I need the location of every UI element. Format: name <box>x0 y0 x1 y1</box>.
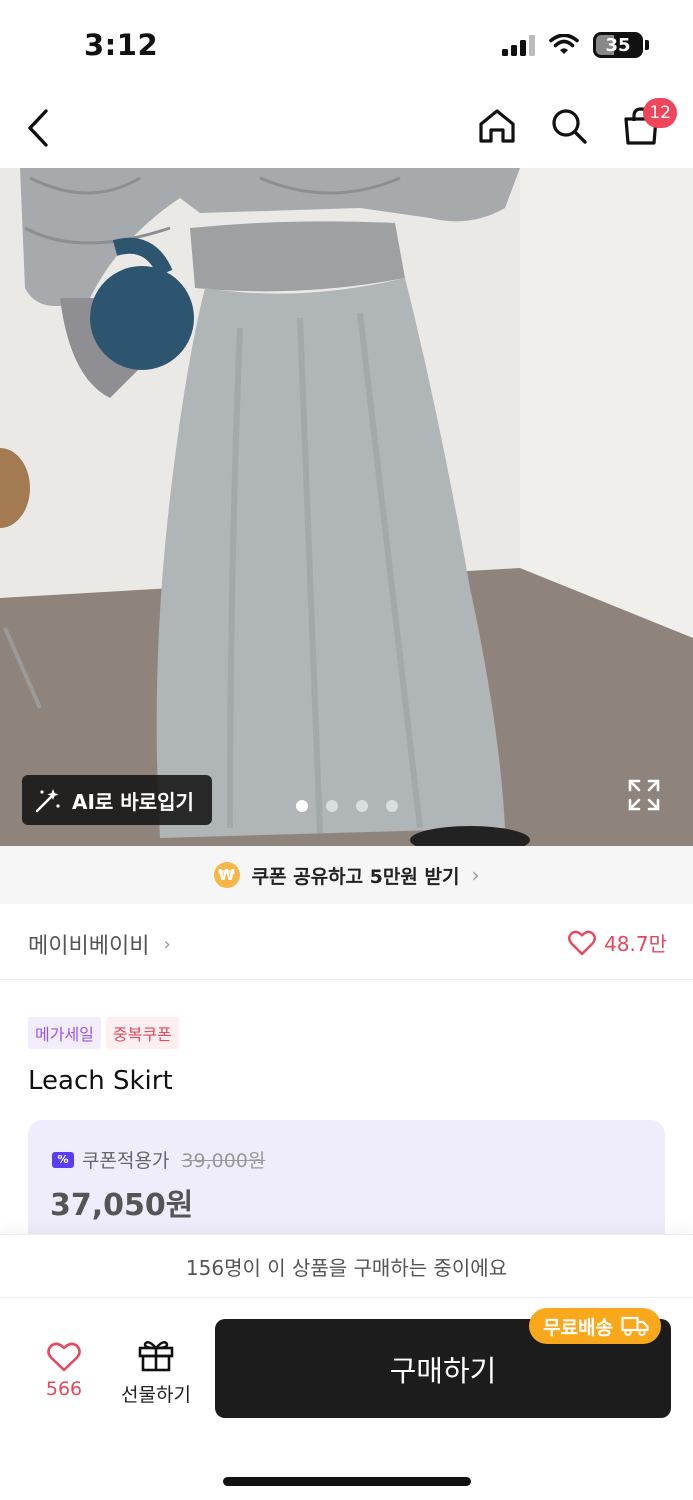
chevron-right-icon: › <box>163 933 171 955</box>
truck-icon <box>621 1316 649 1337</box>
free-shipping-badge: 무료배송 <box>529 1308 661 1344</box>
carousel-dot[interactable] <box>386 800 398 812</box>
original-price: 39,000원 <box>181 1150 266 1172</box>
coupon-share-banner[interactable]: ₩ 쿠폰 공유하고 5만원 받기 › <box>0 846 693 904</box>
wishlist-count: 566 <box>45 1378 83 1400</box>
ai-try-on-button[interactable]: AI로 바로입기 <box>22 775 212 825</box>
home-button[interactable] <box>475 100 519 152</box>
brand-like-count: 48.7만 <box>604 932 667 956</box>
home-icon <box>479 109 515 143</box>
cart-button[interactable]: 12 <box>619 98 677 152</box>
wishlist-button[interactable]: 566 <box>40 1342 88 1400</box>
nav-bar: 12 <box>0 90 693 168</box>
gift-icon <box>138 1341 174 1372</box>
brand-name: 메이비베이비 <box>28 934 150 959</box>
carousel-dots <box>296 800 398 812</box>
sparkle-icon <box>35 789 60 813</box>
tag-duplicate-coupon: 중복쿠폰 <box>105 1017 179 1049</box>
coupon-icon: % <box>52 1151 74 1168</box>
free-shipping-label: 무료배송 <box>543 1316 613 1339</box>
final-price: 37,050원 <box>50 1188 194 1223</box>
brand-link[interactable]: 메이비베이비 › <box>28 928 171 960</box>
carousel-dot[interactable] <box>356 800 368 812</box>
home-indicator <box>223 1477 471 1486</box>
expand-button[interactable] <box>627 778 661 812</box>
product-title: Leach Skirt <box>28 1066 173 1096</box>
purchasing-notice: 156명이 이 상품을 구매하는 중이에요 <box>0 1234 693 1298</box>
search-icon <box>552 109 587 144</box>
tag-mega-sale: 메가세일 <box>28 1017 101 1049</box>
heart-icon <box>568 930 597 955</box>
status-icons: 35 <box>502 32 649 58</box>
carousel-dot[interactable] <box>326 800 338 812</box>
status-time: 3:12 <box>84 28 159 62</box>
brand-row: 메이비베이비 › 48.7만 <box>0 904 693 980</box>
coupon-banner-text: 쿠폰 공유하고 5만원 받기 <box>251 865 460 888</box>
product-photo <box>0 168 693 846</box>
product-tags: 메가세일 중복쿠폰 <box>28 1017 179 1049</box>
search-button[interactable] <box>547 100 591 152</box>
heart-icon <box>47 1342 81 1372</box>
product-image-carousel[interactable]: AI로 바로입기 <box>0 168 693 846</box>
gift-label: 선물하기 <box>121 1384 191 1406</box>
carousel-dot[interactable] <box>296 800 308 812</box>
battery-level: 35 <box>605 34 631 56</box>
cart-count-badge: 12 <box>643 98 677 128</box>
coupon-price-label: 쿠폰적용가 <box>82 1150 170 1172</box>
expand-icon <box>628 779 660 811</box>
status-bar: 3:12 35 <box>0 0 693 90</box>
back-icon <box>28 109 48 147</box>
back-button[interactable] <box>26 104 62 152</box>
brand-like-button[interactable]: 48.7만 <box>568 928 667 957</box>
chevron-right-icon: › <box>471 863 480 887</box>
won-coin-icon: ₩ <box>213 862 240 888</box>
signal-icon <box>502 34 535 56</box>
wifi-icon <box>549 34 579 54</box>
battery-icon: 35 <box>593 32 643 58</box>
ai-try-on-label: AI로 바로입기 <box>72 789 194 814</box>
gift-button[interactable]: 선물하기 <box>116 1338 196 1407</box>
bottom-action-bar: 566 선물하기 구매하기 무료배송 <box>0 1298 693 1500</box>
coupon-price-row: % 쿠폰적용가 39,000원 <box>52 1146 265 1173</box>
